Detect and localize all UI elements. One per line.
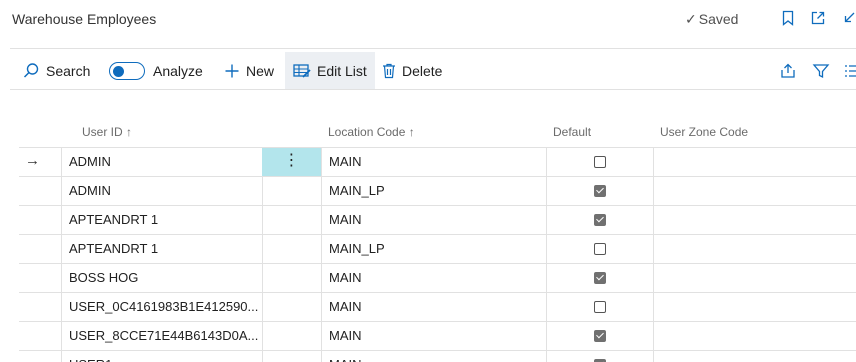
page-header: Warehouse Employees ✓ Saved: [0, 0, 856, 42]
column-header-location-code[interactable]: Location Code ↑: [328, 125, 415, 139]
new-label: New: [246, 63, 275, 79]
trash-icon: [383, 63, 395, 79]
location-code-cell[interactable]: MAIN: [329, 206, 539, 234]
bookmark-icon[interactable]: [779, 9, 797, 27]
user-id-cell[interactable]: BOSS HOG: [69, 264, 259, 292]
user-zone-code-cell[interactable]: [661, 322, 851, 350]
user-zone-code-cell[interactable]: [661, 351, 851, 362]
column-header-default[interactable]: Default: [553, 125, 591, 139]
table-row[interactable]: → ADMIN ⋮ MAIN: [19, 147, 856, 176]
user-id-cell[interactable]: APTEANDRT 1: [69, 235, 259, 263]
default-checkbox[interactable]: [594, 214, 606, 226]
list-view-icon[interactable]: [845, 64, 856, 78]
table-row[interactable]: USER_8CCE71E44B6143D0A... MAIN: [19, 321, 856, 350]
analyze-toggle[interactable]: Analyze: [109, 52, 203, 90]
open-new-window-icon[interactable]: [809, 9, 827, 27]
delete-label: Delete: [402, 63, 443, 79]
column-header-user-id[interactable]: User ID ↑: [82, 125, 132, 139]
delete-button[interactable]: Delete: [382, 52, 442, 90]
user-id-cell[interactable]: APTEANDRT 1: [69, 206, 259, 234]
location-code-cell[interactable]: MAIN: [329, 148, 539, 176]
plus-icon: [225, 64, 239, 78]
user-id-cell[interactable]: USER1: [69, 351, 259, 362]
location-code-cell[interactable]: MAIN: [329, 264, 539, 292]
new-button[interactable]: New: [224, 52, 274, 90]
table-row[interactable]: APTEANDRT 1 MAIN: [19, 205, 856, 234]
edit-list-icon: [293, 64, 311, 78]
user-zone-code-cell[interactable]: [661, 148, 851, 176]
user-zone-code-cell[interactable]: [661, 206, 851, 234]
location-code-cell[interactable]: MAIN: [329, 351, 539, 362]
filter-icon[interactable]: [812, 62, 830, 80]
default-checkbox[interactable]: [594, 185, 606, 197]
default-checkbox[interactable]: [594, 272, 606, 284]
row-actions-button[interactable]: ⋮: [262, 148, 321, 176]
action-bar: Search Analyze New Edit List Delete: [0, 52, 856, 90]
default-checkbox[interactable]: [594, 156, 606, 168]
search-label: Search: [46, 63, 91, 79]
default-checkbox[interactable]: [594, 301, 606, 313]
table-row[interactable]: USER1 MAIN: [19, 350, 856, 362]
column-header-user-zone-code[interactable]: User Zone Code: [660, 125, 748, 139]
search-button[interactable]: Search: [22, 52, 90, 90]
location-code-cell[interactable]: MAIN: [329, 322, 539, 350]
table-row[interactable]: ADMIN MAIN_LP: [19, 176, 856, 205]
user-id-cell[interactable]: ADMIN: [69, 177, 259, 205]
share-icon[interactable]: [779, 62, 797, 80]
collapse-icon[interactable]: [840, 9, 856, 27]
search-icon: [23, 63, 39, 78]
user-id-cell[interactable]: USER_0C4161983B1E412590...: [69, 293, 259, 321]
toggle-knob: [113, 65, 124, 77]
edit-list-label: Edit List: [317, 63, 367, 79]
table-row[interactable]: APTEANDRT 1 MAIN_LP: [19, 234, 856, 263]
table-row[interactable]: USER_0C4161983B1E412590... MAIN: [19, 292, 856, 321]
header-divider: [10, 48, 856, 49]
check-icon: ✓: [685, 11, 697, 27]
default-checkbox[interactable]: [594, 243, 606, 255]
user-zone-code-cell[interactable]: [661, 264, 851, 292]
user-zone-code-cell[interactable]: [661, 177, 851, 205]
default-checkbox[interactable]: [594, 330, 606, 342]
toggle-switch[interactable]: [109, 62, 145, 80]
location-code-cell[interactable]: MAIN_LP: [329, 235, 539, 263]
user-zone-code-cell[interactable]: [661, 235, 851, 263]
page-title: Warehouse Employees: [12, 11, 157, 27]
user-id-cell[interactable]: ADMIN: [69, 148, 259, 176]
location-code-cell[interactable]: MAIN_LP: [329, 177, 539, 205]
saved-status: ✓ Saved: [685, 11, 738, 28]
current-row-arrow-icon: →: [25, 152, 40, 169]
table-row[interactable]: BOSS HOG MAIN: [19, 263, 856, 292]
location-code-cell[interactable]: MAIN: [329, 293, 539, 321]
saved-label: Saved: [698, 11, 739, 27]
user-id-cell[interactable]: USER_8CCE71E44B6143D0A...: [69, 322, 259, 350]
user-zone-code-cell[interactable]: [661, 293, 851, 321]
edit-list-button[interactable]: Edit List: [285, 52, 375, 90]
analyze-label: Analyze: [153, 63, 203, 79]
toolbar-divider: [10, 89, 856, 90]
